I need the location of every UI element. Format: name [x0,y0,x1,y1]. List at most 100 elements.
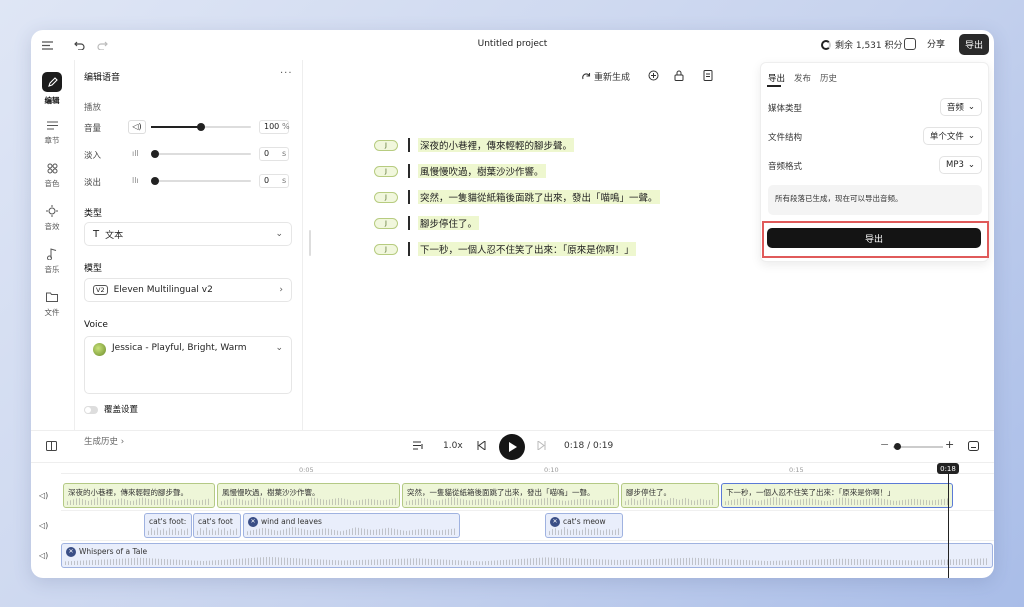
speech-clip[interactable]: 風慢慢吹過，樹葉沙沙作響。 [217,483,400,508]
volume-slider[interactable] [151,123,251,131]
fade-in-unit: s [282,149,287,158]
speaker-chip[interactable]: J [374,191,398,203]
sfx-clip[interactable]: cat's foot: [144,513,192,538]
tab-publish[interactable]: 发布 [794,72,811,84]
rail-item-voices[interactable]: 音色 [31,161,73,189]
clip-label: 風慢慢吹過，樹葉沙沙作響。 [222,488,320,497]
waveform [221,496,396,505]
fade-in-slider-knob[interactable] [151,150,159,158]
panel-resize-handle[interactable] [309,230,311,256]
script-line-text[interactable]: 風慢慢吹過，樹葉沙沙作響。 [418,164,546,178]
refresh-icon [582,72,591,79]
regenerate-button[interactable]: 重新生成 [581,70,630,83]
fade-out-icon: llı [132,176,139,185]
rail-item-music[interactable]: 音乐 [31,247,73,275]
track-speaker-icon[interactable]: ◁) [39,521,48,530]
play-button[interactable] [499,434,525,460]
queue-icon[interactable] [413,441,424,453]
speaker-chip[interactable]: J [374,165,398,177]
waveform [65,556,989,565]
chevron-down-icon: ⌄ [967,160,975,170]
script-line-text[interactable]: 深夜的小巷裡，傳來輕輕的腳步聲。 [418,138,575,152]
sfx-clip[interactable]: ✕ wind and leaves [243,513,460,538]
sfx-clip[interactable]: ✕ cat's meow [545,513,623,538]
model-select[interactable]: V2 Eleven Multilingual v2 › [84,278,292,302]
sfx-icon [45,204,59,218]
speaker-chip[interactable]: J [374,217,398,229]
speech-clip[interactable]: 突然，一隻貓從紙箱後面跳了出來，發出「喵嗚」一聲。 [402,483,619,508]
music-clip[interactable]: ✕ Whispers of a Tale [61,543,993,568]
lock-icon[interactable] [674,70,684,81]
zoom-out-icon[interactable]: − [880,438,889,451]
file-structure-select[interactable]: 单个文件 ⌄ [922,127,982,145]
ruler-tick: 0:15 [789,466,804,474]
export-tabs: 导出 发布 历史 [768,72,837,84]
sparkle-icon[interactable] [648,70,659,81]
tab-history[interactable]: 历史 [820,72,837,84]
zoom-in-icon[interactable]: + [945,438,954,451]
rail-item-files[interactable]: 文件 [31,290,73,318]
speech-clip-selected[interactable]: 下一秒，一個人忍不住笑了出來：「原來是你啊！」 [721,483,953,508]
speaker-chip[interactable]: J [374,139,398,151]
more-options-icon[interactable]: ··· [280,68,293,79]
media-type-select[interactable]: 音频 ⌄ [939,98,982,116]
speaker-chip[interactable]: J [374,243,398,255]
playhead-time: 0:18 [937,463,959,474]
ruler-tick: 0:10 [544,466,559,474]
track-speaker-icon[interactable]: ◁) [39,551,48,560]
fade-in-slider[interactable] [151,150,251,158]
rail-item-chapters[interactable]: 章节 [31,118,73,146]
speed-control[interactable]: 1.0x [443,441,463,451]
speech-clip[interactable]: 腳步停住了。 [621,483,719,508]
audio-format-value: MP3 [946,160,964,170]
script-line[interactable]: J 突然，一隻貓從紙箱後面跳了出來，發出「喵嗚」一聲。 [374,190,660,204]
rail-item-edit[interactable]: 编辑 [31,72,73,106]
skip-forward-icon[interactable] [537,440,546,453]
volume-unit: % [282,122,290,131]
fade-in-row: 淡入 ıll 0 s [84,147,296,161]
voice-value[interactable]: Jessica - Playful, Bright, Warm [112,343,247,353]
line-marker [408,138,410,152]
override-toggle[interactable] [84,406,98,414]
split-view-icon[interactable] [46,441,57,454]
script-line[interactable]: J 腳步停住了。 [374,216,480,230]
model-value: Eleven Multilingual v2 [113,285,213,295]
script-line[interactable]: J 下一秒，一個人忍不住笑了出來：「原來是你啊！」 [374,242,636,256]
rail-item-sfx[interactable]: 音效 [31,204,73,232]
line-marker [408,242,410,256]
fade-out-slider[interactable] [151,177,251,185]
captions-icon[interactable] [968,441,979,454]
volume-slider-knob[interactable] [197,123,205,131]
audio-format-label: 音频格式 [768,162,803,172]
voice-label: Voice [84,320,108,330]
document-icon[interactable] [703,70,713,81]
script-line-text[interactable]: 腳步停住了。 [418,216,480,230]
feedback-icon[interactable] [904,38,916,50]
export-button[interactable]: 导出 [959,34,989,55]
chevron-down-icon[interactable]: ⌄ [275,343,283,353]
model-label: 模型 [84,264,103,274]
top-bar: Untitled project 剩余 1,531 积分 分享 导出 [31,30,994,60]
script-line[interactable]: J 風慢慢吹過，樹葉沙沙作響。 [374,164,546,178]
fade-out-slider-knob[interactable] [151,177,159,185]
script-line-text[interactable]: 下一秒，一個人忍不住笑了出來：「原來是你啊！」 [418,242,636,256]
type-label: 类型 [84,209,103,219]
speaker-icon[interactable]: ◁) [128,120,146,134]
volume-row: 音量 ◁) 100 % [84,120,296,134]
script-line[interactable]: J 深夜的小巷裡，傳來輕輕的腳步聲。 [374,138,575,152]
type-select[interactable]: T 文本 ⌄ [84,222,292,246]
audio-format-select[interactable]: MP3 ⌄ [939,156,982,174]
export-confirm-button[interactable]: 导出 [767,228,981,248]
clip-label: cat's foot [198,517,233,526]
zoom-slider-knob[interactable] [894,443,901,450]
speech-clip[interactable]: 深夜的小巷裡，傳來輕輕的腳步聲。 [63,483,215,508]
skip-back-icon[interactable] [477,440,486,453]
track-speaker-icon[interactable]: ◁) [39,491,48,500]
music-icon [45,247,59,261]
script-line-text[interactable]: 突然，一隻貓從紙箱後面跳了出來，發出「喵嗚」一聲。 [418,190,660,204]
playhead[interactable] [948,463,949,578]
sfx-clip[interactable]: cat's foot [193,513,241,538]
tab-export[interactable]: 导出 [768,72,785,84]
share-button[interactable]: 分享 [927,37,945,50]
timeline: 0:05 0:10 0:15 ◁) ◁) ◁) 深夜的小巷裡，傳來輕輕的腳步聲。… [31,462,994,578]
